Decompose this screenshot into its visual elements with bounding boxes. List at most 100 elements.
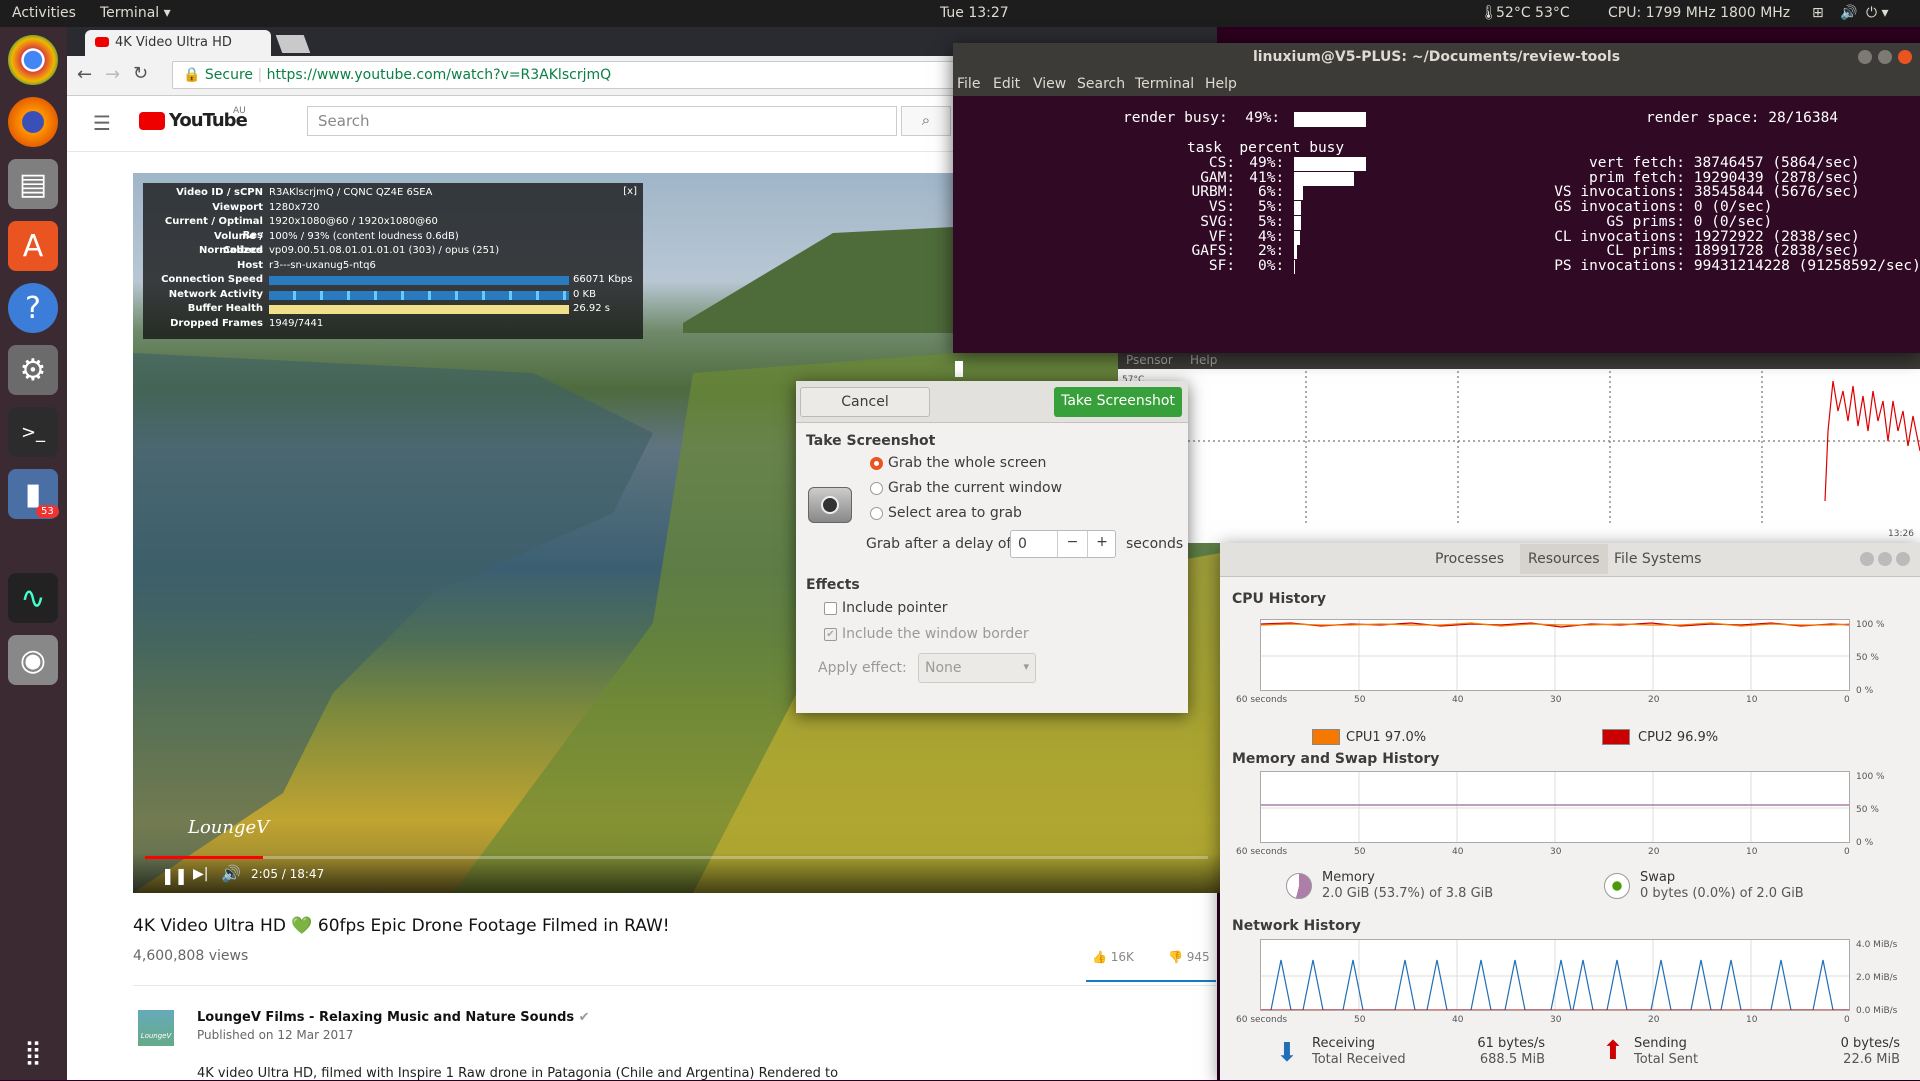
take-screenshot-button[interactable]: Take Screenshot	[1054, 387, 1182, 417]
radio-whole-screen[interactable]	[870, 457, 883, 470]
stat-value: 1280x720	[269, 201, 320, 213]
terminal-icon[interactable]: >_	[8, 407, 58, 457]
tab-processes[interactable]: Processes	[1435, 551, 1504, 567]
swap-pie-icon[interactable]	[1604, 873, 1630, 899]
volume-icon[interactable]: 🔊	[1840, 5, 1857, 21]
x-axis-tick: 30	[1550, 1015, 1562, 1025]
menu-terminal[interactable]: Terminal	[1135, 76, 1194, 92]
delay-spinner[interactable]: 0 − +	[1010, 530, 1116, 558]
gpu-stat-line: VS invocations: 38545844 (5676/sec)	[1554, 184, 1860, 201]
chevron-down-icon: ▾	[1023, 660, 1029, 673]
memory-pie-icon[interactable]	[1286, 873, 1312, 899]
task-busy-bar	[1294, 186, 1303, 201]
effect-select[interactable]: None ▾	[918, 653, 1036, 683]
channel-avatar[interactable]: LoungeV	[138, 1010, 174, 1046]
psensor-menu-item[interactable]: Psensor	[1126, 353, 1173, 367]
close-icon[interactable]	[1896, 552, 1910, 566]
system-monitor-header: Processes Resources File Systems	[1220, 543, 1920, 577]
menu-help[interactable]: Help	[1205, 76, 1237, 92]
settings-icon[interactable]: ⚙	[8, 345, 58, 395]
include-border-label[interactable]: Include the window border	[842, 626, 1029, 642]
clock[interactable]: Tue 13:27	[940, 5, 1009, 21]
app-grid-icon[interactable]: ⣿	[8, 1027, 58, 1077]
psensor-menu-item[interactable]: Help	[1190, 353, 1217, 367]
files-icon[interactable]: ▤	[8, 159, 58, 209]
network-icon[interactable]: ⊞	[1812, 5, 1824, 21]
buffer-bar	[269, 305, 569, 314]
delay-value[interactable]: 0	[1018, 536, 1027, 552]
task-percent: 0%:	[1258, 257, 1285, 274]
cpu-frequency-indicator[interactable]: CPU: 1799 MHz 1800 MHz	[1608, 5, 1790, 21]
menu-file[interactable]: File	[957, 76, 980, 92]
browser-tab[interactable]: 4K Video Ultra HD	[85, 30, 271, 56]
forward-icon[interactable]: →	[105, 64, 120, 85]
radio-select-area[interactable]	[870, 507, 883, 520]
stat-row: Codecs vp09.00.51.08.01.01.01.01 (303) / …	[149, 244, 637, 259]
activities-button[interactable]: Activities	[12, 5, 76, 21]
back-icon[interactable]: ←	[77, 64, 92, 85]
menu-edit[interactable]: Edit	[993, 76, 1020, 92]
power-icon[interactable]: ⏻ ▾	[1866, 5, 1889, 21]
render-busy-line: render busy: 49%:	[1123, 110, 1281, 126]
option-select-area[interactable]: Select area to grab	[888, 505, 1022, 521]
decrement-button[interactable]: −	[1057, 531, 1087, 557]
pause-icon[interactable]: ❚❚	[161, 866, 188, 885]
cancel-button[interactable]: Cancel	[800, 387, 930, 417]
stats-close-button[interactable]: [x]	[623, 186, 637, 197]
volume-icon[interactable]: 🔊	[221, 864, 241, 883]
total-received-value: 688.5 MiB	[1479, 1052, 1545, 1067]
cpu1-value: 97.0%	[1384, 730, 1427, 745]
radio-current-window[interactable]	[870, 482, 883, 495]
menu-search[interactable]: Search	[1077, 76, 1125, 92]
channel-name-text: LoungeV Films - Relaxing Music and Natur…	[197, 1010, 575, 1025]
include-pointer-checkbox[interactable]	[824, 602, 837, 615]
cpu2-color-swatch[interactable]	[1602, 729, 1630, 745]
cpu1-color-swatch[interactable]	[1312, 729, 1340, 745]
close-icon[interactable]	[1898, 50, 1912, 64]
increment-button[interactable]: +	[1087, 531, 1116, 557]
gpu-stat-line: CL prims: 18991728 (2838/sec)	[1606, 243, 1860, 260]
gpu-stat-line: prim fetch: 19290439 (2878/sec)	[1589, 169, 1860, 186]
app-menu[interactable]: Terminal ▾	[100, 5, 171, 21]
x-axis-tick: 40	[1452, 1015, 1464, 1025]
like-button[interactable]: 👍 16K	[1092, 950, 1134, 964]
help-icon[interactable]: ?	[8, 283, 58, 333]
progress-track[interactable]	[145, 856, 1208, 859]
menu-view[interactable]: View	[1033, 76, 1066, 92]
include-border-checkbox[interactable]: ✔	[824, 628, 837, 641]
dislike-button[interactable]: 👎 945	[1168, 950, 1210, 964]
top-panel: Activities Terminal ▾ Tue 13:27 🌡 52°C 5…	[0, 0, 1920, 27]
minimize-icon[interactable]	[1858, 50, 1872, 64]
stat-key: Codecs	[222, 245, 263, 256]
gpu-stat-line: vert fetch: 38746457 (5864/sec)	[1589, 155, 1860, 171]
terminal-window: linuxium@V5-PLUS: ~/Documents/review-too…	[953, 43, 1920, 377]
option-whole-screen[interactable]: Grab the whole screen	[888, 455, 1046, 471]
firefox-icon[interactable]	[8, 97, 58, 147]
search-input[interactable]: Search	[307, 106, 897, 136]
tab-file-systems[interactable]: File Systems	[1614, 551, 1701, 567]
task-header: task percent busy	[1187, 140, 1345, 156]
stat-row: Video ID / sCPN R3AKlscrjmQ / CQNC QZ4E 6…	[149, 186, 637, 201]
next-icon[interactable]: ▶|	[193, 866, 208, 882]
temperature-indicator[interactable]: 52°C 53°C	[1496, 5, 1570, 21]
tab-resources[interactable]: Resources	[1520, 544, 1608, 574]
search-button[interactable]: ⌕	[901, 106, 951, 136]
memory-value: 2.0 GiB (53.7%) of 3.8 GiB	[1322, 886, 1494, 901]
include-pointer-label[interactable]: Include pointer	[842, 600, 948, 616]
hamburger-menu-icon[interactable]: ☰	[93, 111, 111, 135]
maximize-icon[interactable]	[1878, 552, 1892, 566]
screenshot-icon[interactable]: ◉	[8, 635, 58, 685]
system-monitor-icon[interactable]: ∿	[8, 573, 58, 623]
reload-icon[interactable]: ↻	[133, 63, 148, 84]
option-current-window[interactable]: Grab the current window	[888, 480, 1062, 496]
lock-icon: 🔒	[183, 67, 201, 83]
channel-name[interactable]: LoungeV Films - Relaxing Music and Natur…	[197, 1010, 590, 1025]
new-tab-button[interactable]	[275, 35, 311, 53]
stat-row: Current / Optimal Res 1920x1080@60 / 1920…	[149, 215, 637, 241]
youtube-logo-icon[interactable]	[139, 112, 165, 130]
maximize-icon[interactable]	[1878, 50, 1892, 64]
terminal-output[interactable]: render busy: 49%: render space: 28/16384…	[953, 96, 1920, 377]
software-center-icon[interactable]: A	[8, 221, 58, 271]
chrome-icon[interactable]	[8, 35, 58, 85]
minimize-icon[interactable]	[1860, 552, 1874, 566]
